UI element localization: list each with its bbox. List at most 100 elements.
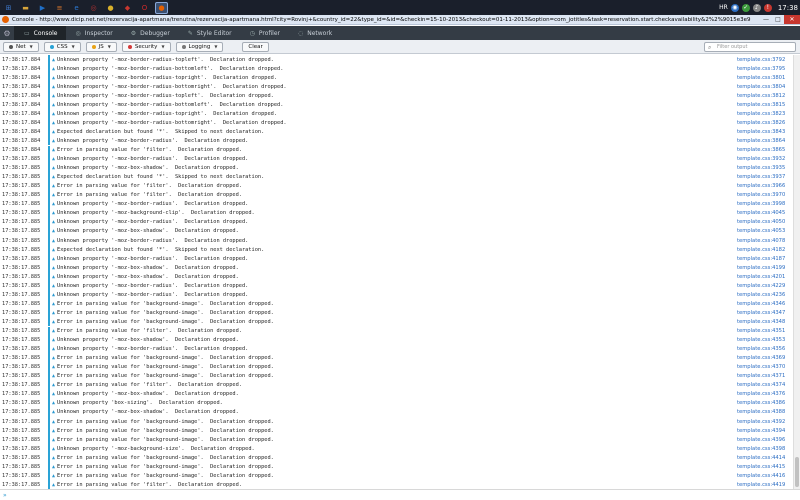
log-source-link[interactable]: template.css:4229 — [737, 283, 793, 289]
alert-tray-icon[interactable]: ! — [763, 3, 772, 12]
log-source-link[interactable]: template.css:3792 — [737, 57, 793, 63]
log-source-link[interactable]: template.css:4392 — [737, 419, 793, 425]
log-source-link[interactable]: template.css:4353 — [737, 337, 793, 343]
minimize-button[interactable]: — — [760, 15, 772, 24]
log-source-link[interactable]: template.css:3864 — [737, 138, 793, 144]
maximize-button[interactable]: □ — [772, 15, 784, 24]
log-source-link[interactable]: template.css:3815 — [737, 102, 793, 108]
tab-debugger[interactable]: ⚙ Debugger — [121, 26, 178, 40]
volume-tray-icon[interactable]: ♪ — [752, 3, 761, 12]
chevron-down-icon[interactable]: ▼ — [214, 44, 217, 49]
log-source-link[interactable]: template.css:4414 — [737, 455, 793, 461]
language-indicator[interactable]: HR — [719, 4, 728, 11]
filter-security-button[interactable]: Security ▼ — [121, 41, 171, 52]
log-source-link[interactable]: template.css:3932 — [737, 156, 793, 162]
log-source-link[interactable]: template.css:3812 — [737, 93, 793, 99]
console-js-input[interactable] — [10, 490, 800, 500]
folder-icon[interactable]: ▬ — [19, 2, 32, 14]
firefox-icon[interactable]: ● — [155, 1, 168, 14]
filter-logging-button[interactable]: Logging ▼ — [175, 41, 224, 52]
log-source-link[interactable]: template.css:4348 — [737, 319, 793, 325]
warning-icon: ▲ — [51, 382, 55, 389]
log-source-link[interactable]: template.css:3865 — [737, 147, 793, 153]
tab-console[interactable]: ▭ Console — [14, 26, 66, 40]
filter-net-button[interactable]: Net ▼ — [3, 41, 39, 52]
log-source-link[interactable]: template.css:4415 — [737, 464, 793, 470]
filter-clear-button[interactable]: Clear — [242, 41, 269, 52]
chevron-down-icon[interactable]: ▼ — [108, 44, 111, 49]
log-source-link[interactable]: template.css:4419 — [737, 482, 793, 488]
log-source-link[interactable]: template.css:4386 — [737, 400, 793, 406]
log-source-link[interactable]: template.css:4045 — [737, 210, 793, 216]
chevron-down-icon[interactable]: ▼ — [161, 44, 164, 49]
log-source-link[interactable]: template.css:4187 — [737, 256, 793, 262]
log-row: 17:38:17.884 ▲ Expected declaration but fo… — [0, 127, 793, 137]
log-source-link[interactable]: template.css:3801 — [737, 75, 793, 81]
warning-icon: ▲ — [51, 101, 55, 108]
tab-inspector[interactable]: ◎ Inspector — [66, 26, 121, 40]
log-source-link[interactable]: template.css:3795 — [737, 66, 793, 72]
log-source-link[interactable]: template.css:3966 — [737, 183, 793, 189]
internet-explorer-icon[interactable]: e — [70, 2, 83, 14]
log-source-link[interactable]: template.css:3935 — [737, 165, 793, 171]
media-player-icon[interactable]: ▶ — [36, 2, 49, 14]
windows-start-icon[interactable]: ⊞ — [2, 2, 15, 14]
log-timestamp: 17:38:17.885 — [2, 391, 41, 398]
log-source-link[interactable]: template.css:4199 — [737, 265, 793, 271]
log-row: 17:38:17.885 ▲ Unknown property '-moz-bord… — [0, 290, 793, 300]
tab-style-editor[interactable]: ✎ Style Editor — [178, 26, 240, 40]
chrome-icon[interactable]: ● — [104, 2, 117, 14]
log-source-link[interactable]: template.css:4376 — [737, 391, 793, 397]
log-source-link[interactable]: template.css:4053 — [737, 228, 793, 234]
shield-tray-icon[interactable]: ✓ — [741, 3, 750, 12]
log-source-link[interactable]: template.css:4050 — [737, 219, 793, 225]
warning-icon: ▲ — [51, 400, 55, 407]
filter-js-button[interactable]: JS ▼ — [85, 41, 117, 52]
ps-icon[interactable]: ◆ — [121, 2, 134, 14]
clock[interactable]: 17:38 — [778, 4, 798, 12]
log-message: Error in parsing value for 'background-i… — [57, 355, 274, 362]
log-source-link[interactable]: template.css:3970 — [737, 192, 793, 198]
log-source-link[interactable]: template.css:4394 — [737, 428, 793, 434]
scrollbar-thumb[interactable] — [795, 457, 799, 487]
warning-icon: ▲ — [51, 264, 55, 271]
log-source-link[interactable]: template.css:4078 — [737, 238, 793, 244]
log-source-link[interactable]: template.css:4182 — [737, 247, 793, 253]
notepad-icon[interactable]: ≡ — [53, 2, 66, 14]
log-message: Error in parsing value for 'background-i… — [57, 309, 274, 316]
log-timestamp: 17:38:17.885 — [2, 165, 41, 172]
close-button[interactable]: ✕ — [784, 15, 800, 24]
log-source-link[interactable]: template.css:4396 — [737, 437, 793, 443]
log-source-link[interactable]: template.css:3998 — [737, 201, 793, 207]
network-tray-icon[interactable]: ◉ — [730, 3, 739, 12]
log-source-link[interactable]: template.css:3843 — [737, 129, 793, 135]
filter-css-button[interactable]: CSS ▼ — [43, 41, 81, 52]
log-source-link[interactable]: template.css:4346 — [737, 301, 793, 307]
log-source-link[interactable]: template.css:3937 — [737, 174, 793, 180]
log-source-link[interactable]: template.css:4371 — [737, 373, 793, 379]
chevron-down-icon[interactable]: ▼ — [72, 44, 75, 49]
log-source-link[interactable]: template.css:4388 — [737, 409, 793, 415]
tab-profiler[interactable]: ◷ Profiler — [240, 26, 288, 40]
log-source-link[interactable]: template.css:4356 — [737, 346, 793, 352]
log-source-link[interactable]: template.css:4370 — [737, 364, 793, 370]
log-source-link[interactable]: template.css:3804 — [737, 84, 793, 90]
console-scrollbar[interactable] — [793, 55, 800, 489]
log-source-link[interactable]: template.css:4201 — [737, 274, 793, 280]
tab-network[interactable]: ◌ Network — [288, 26, 340, 40]
chevron-down-icon[interactable]: ▼ — [30, 44, 33, 49]
log-source-link[interactable]: template.css:3826 — [737, 120, 793, 126]
log-source-link[interactable]: template.css:4374 — [737, 382, 793, 388]
disk-icon[interactable]: ◎ — [87, 2, 100, 14]
opera-icon[interactable]: O — [138, 2, 151, 14]
log-source-link[interactable]: template.css:3823 — [737, 111, 793, 117]
log-source-link[interactable]: template.css:4369 — [737, 355, 793, 361]
gear-icon[interactable]: ⚙ — [0, 29, 14, 38]
log-source-link[interactable]: template.css:4398 — [737, 446, 793, 452]
log-source-link[interactable]: template.css:4236 — [737, 292, 793, 298]
log-source-link[interactable]: template.css:4416 — [737, 473, 793, 479]
log-source-link[interactable]: template.css:4351 — [737, 328, 793, 334]
log-timestamp: 17:38:17.885 — [2, 174, 41, 181]
filter-output-input[interactable]: ⌕ Filter output — [704, 42, 796, 52]
log-source-link[interactable]: template.css:4347 — [737, 310, 793, 316]
